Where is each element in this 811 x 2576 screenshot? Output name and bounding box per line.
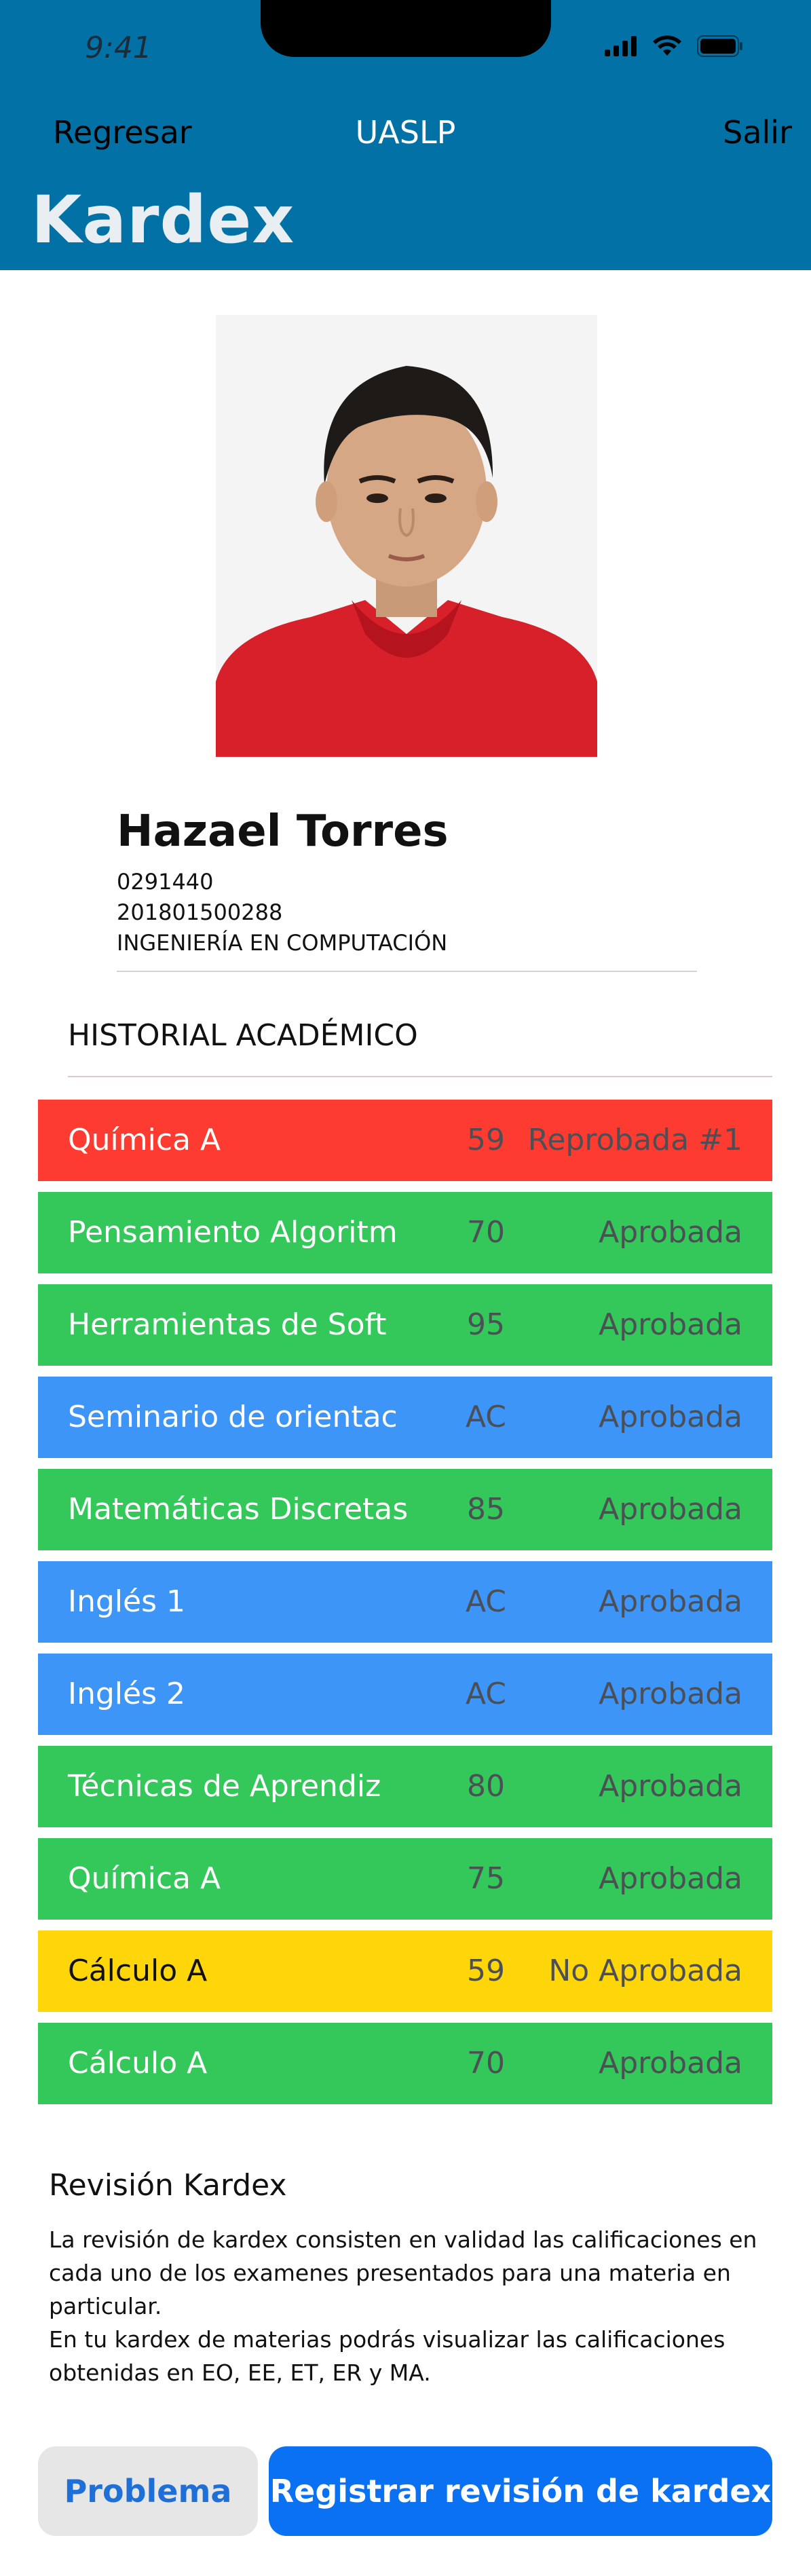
exit-button[interactable]: Salir [723, 114, 792, 151]
nav-title: UASLP [355, 114, 456, 151]
course-grade: AC [465, 1677, 507, 1711]
battery-icon [697, 35, 742, 57]
course-row[interactable]: Cálculo A 70 Aprobada [38, 2023, 772, 2104]
register-review-button[interactable]: Registrar revisión de kardex [269, 2446, 772, 2536]
course-row[interactable]: Seminario de orientac AC Aprobada [38, 1377, 772, 1458]
course-row[interactable]: Química A 59 Reprobada #1 [38, 1100, 772, 1181]
status-time: 9:41 [85, 31, 152, 65]
course-name: Inglés 1 [68, 1584, 185, 1619]
course-grade: 80 [467, 1769, 505, 1804]
course-status: Aprobada [599, 1492, 742, 1527]
divider [68, 1076, 772, 1077]
student-career: INGENIERÍA EN COMPUTACIÓN [117, 930, 448, 956]
history-title: HISTORIAL ACADÉMICO [68, 1018, 418, 1053]
problem-button[interactable]: Problema [38, 2446, 258, 2536]
course-name: Seminario de orientac [68, 1400, 398, 1434]
course-status: Aprobada [599, 1584, 742, 1619]
course-grade: 59 [467, 1954, 505, 1988]
review-paragraph: La revisión de kardex consisten en valid… [49, 2226, 757, 2319]
course-grade: 59 [467, 1123, 505, 1157]
divider [117, 971, 697, 972]
course-name: Pensamiento Algoritm [68, 1215, 398, 1250]
review-description: La revisión de kardex consisten en valid… [49, 2223, 768, 2389]
course-status: Aprobada [599, 1861, 742, 1896]
student-name: Hazael Torres [117, 806, 449, 857]
course-row[interactable]: Matemáticas Discretas 85 Aprobada [38, 1469, 772, 1550]
course-status: Aprobada [599, 1400, 742, 1434]
course-grade: 95 [467, 1307, 505, 1342]
wifi-icon [653, 35, 681, 56]
app-header: 9:41 Regresar UASLP Salir Kardex [0, 0, 811, 270]
course-status: No Aprobada [548, 1954, 742, 1988]
device-notch [261, 0, 551, 57]
course-status: Aprobada [599, 1215, 742, 1250]
course-name: Cálculo A [68, 2046, 208, 2080]
course-status: Reprobada #1 [527, 1123, 742, 1157]
signal-icon [605, 36, 637, 56]
student-key: 0291440 [117, 869, 214, 895]
course-row[interactable]: Inglés 2 AC Aprobada [38, 1654, 772, 1735]
course-name: Química A [68, 1861, 221, 1896]
course-row[interactable]: Pensamiento Algoritm 70 Aprobada [38, 1192, 772, 1273]
course-name: Herramientas de Soft [68, 1307, 387, 1342]
course-name: Inglés 2 [68, 1677, 185, 1711]
course-row[interactable]: Técnicas de Aprendiz 80 Aprobada [38, 1746, 772, 1827]
student-photo [216, 315, 597, 757]
course-row[interactable]: Cálculo A 59 No Aprobada [38, 1930, 772, 2012]
review-title: Revisión Kardex [49, 2168, 287, 2203]
course-name: Química A [68, 1123, 221, 1157]
course-name: Cálculo A [68, 1954, 208, 1988]
course-grade: 85 [467, 1492, 505, 1527]
student-account: 201801500288 [117, 899, 283, 925]
course-name: Matemáticas Discretas [68, 1492, 409, 1527]
course-row[interactable]: Inglés 1 AC Aprobada [38, 1561, 772, 1643]
course-row[interactable]: Herramientas de Soft 95 Aprobada [38, 1284, 772, 1366]
course-name: Técnicas de Aprendiz [68, 1769, 381, 1804]
status-icons [605, 35, 743, 57]
course-grade: AC [465, 1584, 507, 1619]
course-status: Aprobada [599, 1769, 742, 1804]
course-row[interactable]: Química A 75 Aprobada [38, 1838, 772, 1920]
course-grade: 70 [467, 2046, 505, 2080]
course-status: Aprobada [599, 2046, 742, 2080]
page-title: Kardex [31, 182, 295, 258]
course-grade: 70 [467, 1215, 505, 1250]
course-status: Aprobada [599, 1677, 742, 1711]
back-button[interactable]: Regresar [53, 114, 192, 151]
review-paragraph: En tu kardex de materias podrás visualiz… [49, 2326, 725, 2386]
course-status: Aprobada [599, 1307, 742, 1342]
course-grade: AC [465, 1400, 507, 1434]
course-grade: 75 [467, 1861, 505, 1896]
